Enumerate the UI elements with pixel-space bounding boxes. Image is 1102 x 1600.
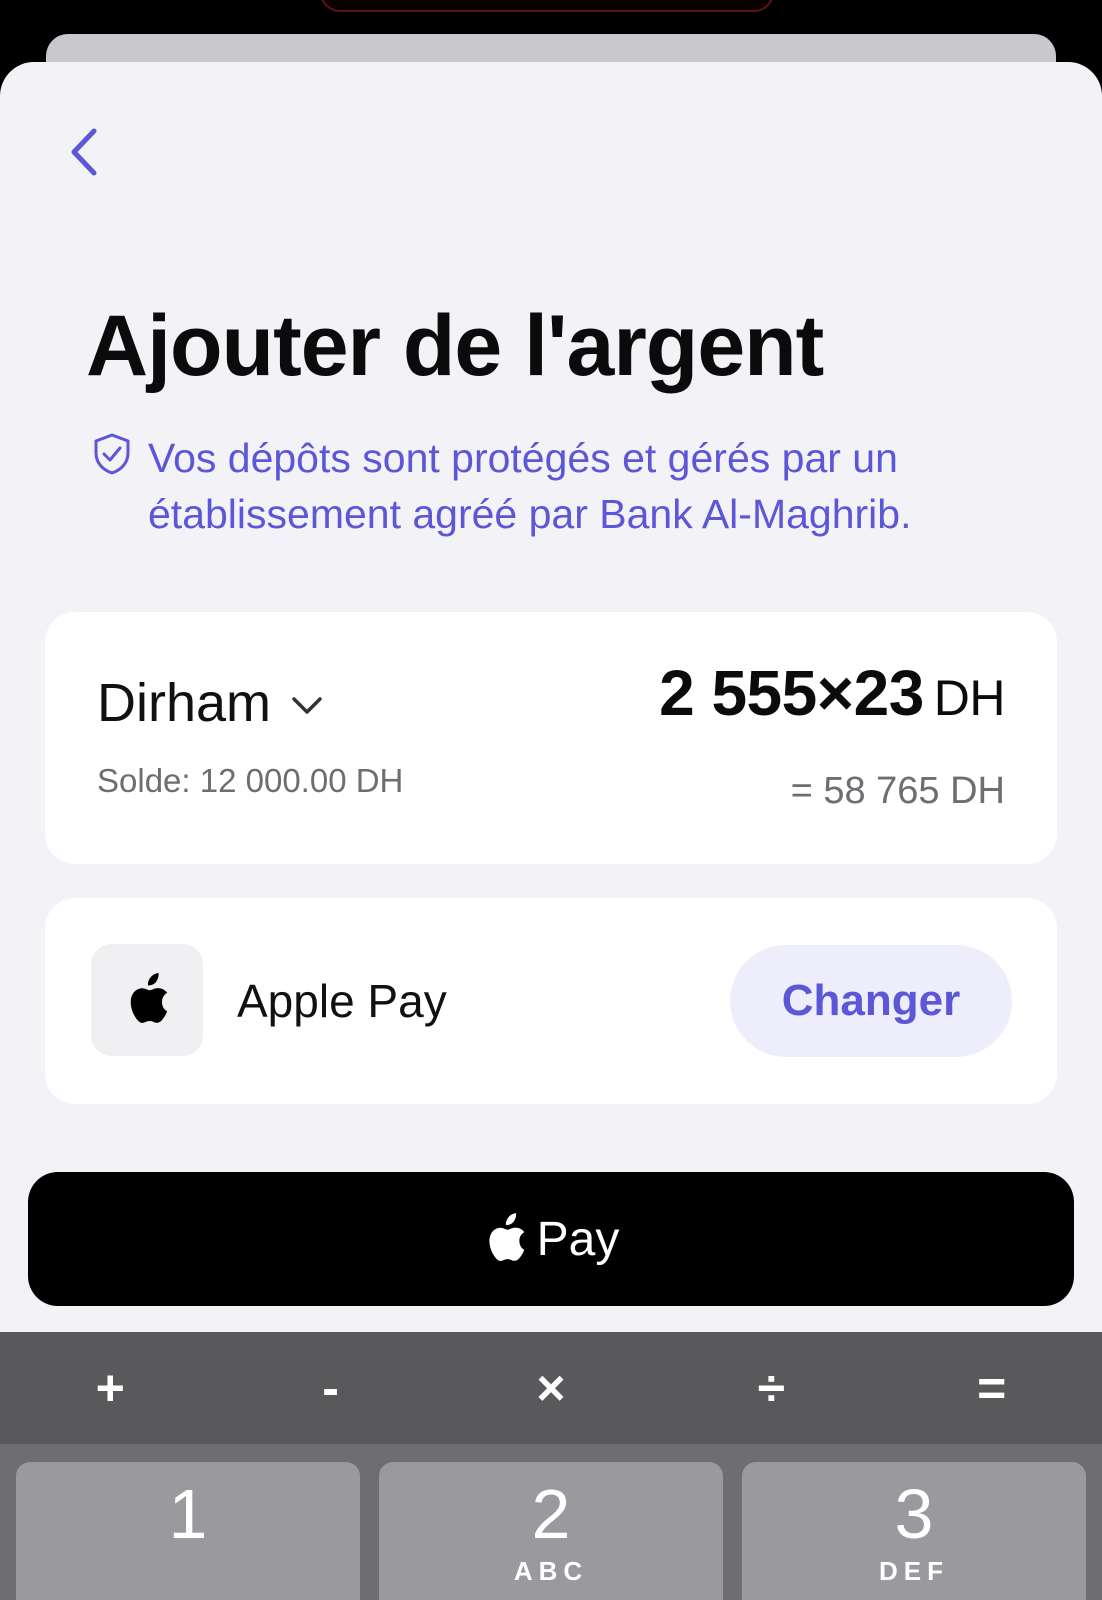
amount-result: = 58 765 DH — [790, 770, 1005, 812]
key-digit: 2 — [531, 1475, 571, 1553]
screen: Ajouter de l'argent Vos dépôts sont prot… — [0, 0, 1102, 1600]
key-letters: DEF — [879, 1556, 949, 1586]
key-3[interactable]: 3 DEF — [742, 1462, 1086, 1600]
page-title: Ajouter de l'argent — [86, 298, 824, 394]
operator-minus-key[interactable]: - — [271, 1338, 391, 1438]
amount-input[interactable]: 2 555×23 DH — [659, 656, 1005, 730]
currency-label: Dirham — [97, 673, 272, 733]
apple-logo-icon — [489, 1213, 524, 1261]
amount-expression: 2 555×23 — [659, 657, 924, 729]
payment-method-name: Apple Pay — [237, 975, 447, 1027]
operator-multiply-key[interactable]: × — [491, 1338, 611, 1438]
key-digit: 3 — [894, 1475, 934, 1553]
payment-method-logo — [91, 944, 203, 1056]
change-payment-method-button[interactable]: Changer — [730, 945, 1012, 1057]
payment-method-card: Apple Pay Changer — [45, 898, 1057, 1104]
amount-unit: DH — [933, 670, 1006, 726]
key-2[interactable]: 2 ABC — [379, 1462, 723, 1600]
currency-selector[interactable]: Dirham — [97, 672, 323, 734]
key-digit: 1 — [168, 1475, 208, 1553]
shield-check-icon — [94, 433, 130, 475]
pay-button-label: Pay — [536, 1212, 620, 1266]
device-notch — [320, 0, 774, 12]
numeric-keypad: 1 2 ABC 3 DEF — [0, 1444, 1102, 1600]
amount-card: Dirham Solde: 12 000.00 DH 2 555×23 DH = … — [45, 612, 1057, 864]
key-1[interactable]: 1 — [16, 1462, 360, 1600]
balance-text: Solde: 12 000.00 DH — [97, 762, 404, 799]
apple-pay-button[interactable]: Pay — [28, 1172, 1074, 1306]
calculator-operators-bar: + - × ÷ = — [0, 1332, 1102, 1444]
back-button[interactable] — [58, 126, 108, 178]
operator-divide-key[interactable]: ÷ — [711, 1338, 831, 1438]
chevron-left-icon — [71, 128, 97, 176]
apple-logo-icon — [130, 973, 168, 1023]
key-letters: ABC — [513, 1556, 589, 1586]
chevron-down-icon — [292, 697, 322, 714]
notice-text: Vos dépôts sont protégés et gérés par un… — [148, 435, 912, 537]
operator-plus-key[interactable]: + — [50, 1338, 170, 1438]
operator-equals-key[interactable]: = — [932, 1338, 1052, 1438]
